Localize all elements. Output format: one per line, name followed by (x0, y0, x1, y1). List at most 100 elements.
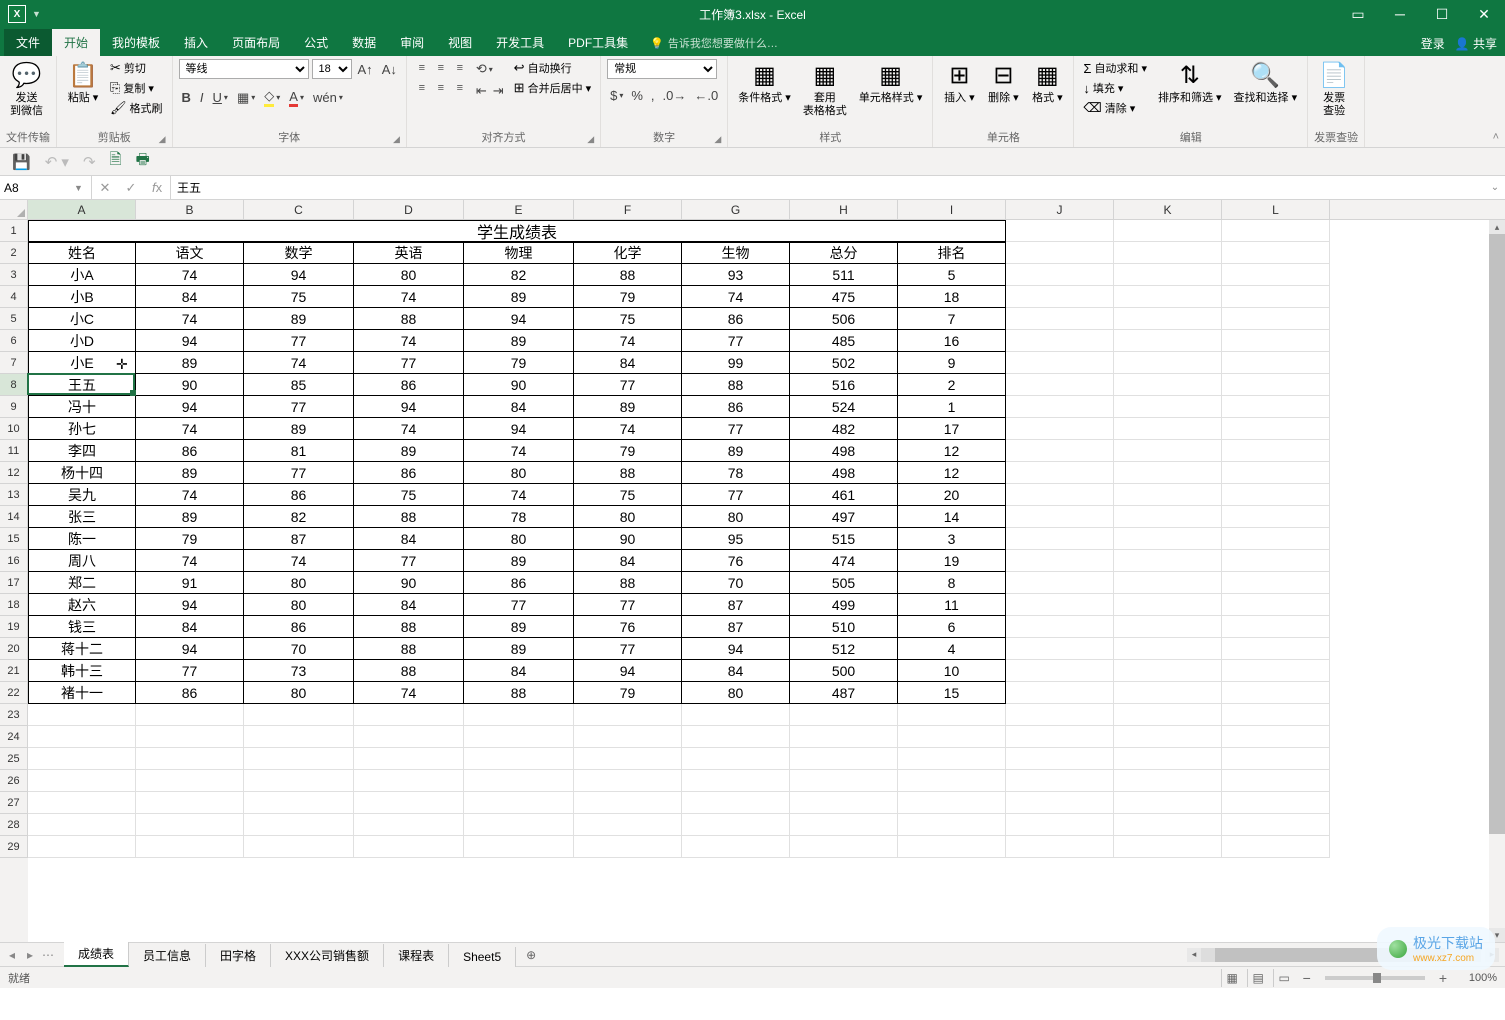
cell[interactable] (1006, 308, 1114, 330)
cell[interactable]: 11 (898, 594, 1006, 616)
sort-filter-button[interactable]: ⇅排序和筛选 ▾ (1154, 59, 1226, 107)
cell[interactable]: 88 (574, 572, 682, 594)
border-button[interactable]: ▦▾ (234, 88, 258, 108)
cell[interactable] (1006, 836, 1114, 858)
cell[interactable] (1006, 286, 1114, 308)
qat-dropdown-icon[interactable]: ▼ (32, 9, 41, 19)
autosum-button[interactable]: Σ自动求和 ▾ (1080, 59, 1150, 77)
row-header-28[interactable]: 28 (0, 814, 28, 836)
cell[interactable] (464, 814, 574, 836)
sheet-tab[interactable]: 田字格 (206, 944, 271, 967)
ribbon-display-icon[interactable]: ▭ (1337, 0, 1379, 28)
cell[interactable]: 84 (574, 550, 682, 572)
cell[interactable] (1006, 792, 1114, 814)
comma-button[interactable]: , (648, 86, 658, 105)
hscroll-right-button[interactable]: ▸ (1485, 948, 1499, 962)
cell[interactable]: 485 (790, 330, 898, 352)
cell[interactable] (682, 748, 790, 770)
cell[interactable] (1006, 616, 1114, 638)
currency-button[interactable]: $▾ (607, 86, 626, 105)
cell[interactable]: 86 (354, 374, 464, 396)
cell[interactable] (1006, 352, 1114, 374)
insert-cells-button[interactable]: ⊞插入 ▾ (939, 59, 979, 107)
row-header-29[interactable]: 29 (0, 836, 28, 858)
cell[interactable] (682, 726, 790, 748)
font-expand-icon[interactable]: ◢ (393, 134, 400, 145)
cell[interactable]: 褚十一 (28, 682, 136, 704)
cell[interactable]: 18 (898, 286, 1006, 308)
cell[interactable] (1006, 572, 1114, 594)
cell[interactable]: 80 (354, 264, 464, 286)
clear-button[interactable]: ⌫清除 ▾ (1080, 99, 1150, 117)
cell[interactable] (898, 814, 1006, 836)
row-header-1[interactable]: 1 (0, 220, 28, 242)
zoom-percent[interactable]: 100% (1455, 972, 1497, 984)
cell[interactable] (1114, 594, 1222, 616)
cell[interactable]: 77 (574, 374, 682, 396)
cell[interactable] (1114, 792, 1222, 814)
cell[interactable]: 515 (790, 528, 898, 550)
name-box[interactable]: ▼ (0, 176, 92, 199)
cell[interactable] (1006, 660, 1114, 682)
tab-formulas[interactable]: 公式 (292, 29, 340, 56)
cell[interactable]: 77 (682, 418, 790, 440)
cut-button[interactable]: ✂剪切 (107, 59, 166, 77)
cell[interactable] (354, 704, 464, 726)
cell[interactable]: 516 (790, 374, 898, 396)
cell[interactable]: 74 (354, 330, 464, 352)
row-header-13[interactable]: 13 (0, 484, 28, 506)
zoom-in-button[interactable]: + (1435, 970, 1451, 986)
cell[interactable]: 82 (464, 264, 574, 286)
cell[interactable]: 12 (898, 462, 1006, 484)
cell[interactable]: 74 (244, 550, 354, 572)
cell[interactable] (136, 726, 244, 748)
cell[interactable] (1222, 836, 1330, 858)
cell[interactable]: 88 (354, 660, 464, 682)
cell[interactable]: 88 (354, 506, 464, 528)
col-header-E[interactable]: E (464, 200, 574, 219)
cell[interactable]: 88 (354, 616, 464, 638)
zoom-thumb[interactable] (1373, 973, 1381, 983)
cell[interactable]: 94 (136, 396, 244, 418)
row-header-4[interactable]: 4 (0, 286, 28, 308)
cell[interactable] (1222, 484, 1330, 506)
cell[interactable]: 蒋十二 (28, 638, 136, 660)
cell[interactable]: 77 (244, 330, 354, 352)
cell[interactable]: 物理 (464, 242, 574, 264)
cell[interactable] (244, 836, 354, 858)
cell[interactable]: 89 (136, 506, 244, 528)
cell[interactable]: 77 (354, 352, 464, 374)
cell[interactable] (28, 792, 136, 814)
cell[interactable] (1006, 484, 1114, 506)
maximize-button[interactable]: ☐ (1421, 0, 1463, 28)
cell[interactable]: 74 (464, 484, 574, 506)
cell[interactable]: 9 (898, 352, 1006, 374)
cell[interactable] (28, 836, 136, 858)
cell[interactable]: 英语 (354, 242, 464, 264)
cell[interactable]: 94 (464, 418, 574, 440)
align-expand-icon[interactable]: ◢ (587, 134, 594, 145)
cell[interactable]: 94 (136, 638, 244, 660)
cell[interactable]: 1 (898, 396, 1006, 418)
cell[interactable] (1114, 506, 1222, 528)
cell[interactable]: 93 (682, 264, 790, 286)
cell[interactable] (354, 726, 464, 748)
cell[interactable]: 94 (574, 660, 682, 682)
cell[interactable] (1114, 242, 1222, 264)
col-header-D[interactable]: D (354, 200, 464, 219)
paste-button[interactable]: 📋 粘贴 ▾ (63, 59, 103, 107)
cell[interactable]: 497 (790, 506, 898, 528)
cell[interactable] (898, 770, 1006, 792)
cell[interactable] (1114, 836, 1222, 858)
invoice-check-button[interactable]: 📄发票 查验 (1314, 59, 1354, 120)
row-header-27[interactable]: 27 (0, 792, 28, 814)
cell[interactable]: 89 (464, 638, 574, 660)
cell[interactable]: 487 (790, 682, 898, 704)
close-button[interactable]: ✕ (1463, 0, 1505, 28)
cell[interactable]: 小A (28, 264, 136, 286)
cell[interactable]: 77 (136, 660, 244, 682)
cell[interactable] (1114, 330, 1222, 352)
cell[interactable] (574, 814, 682, 836)
cell[interactable]: 461 (790, 484, 898, 506)
cell[interactable] (574, 726, 682, 748)
